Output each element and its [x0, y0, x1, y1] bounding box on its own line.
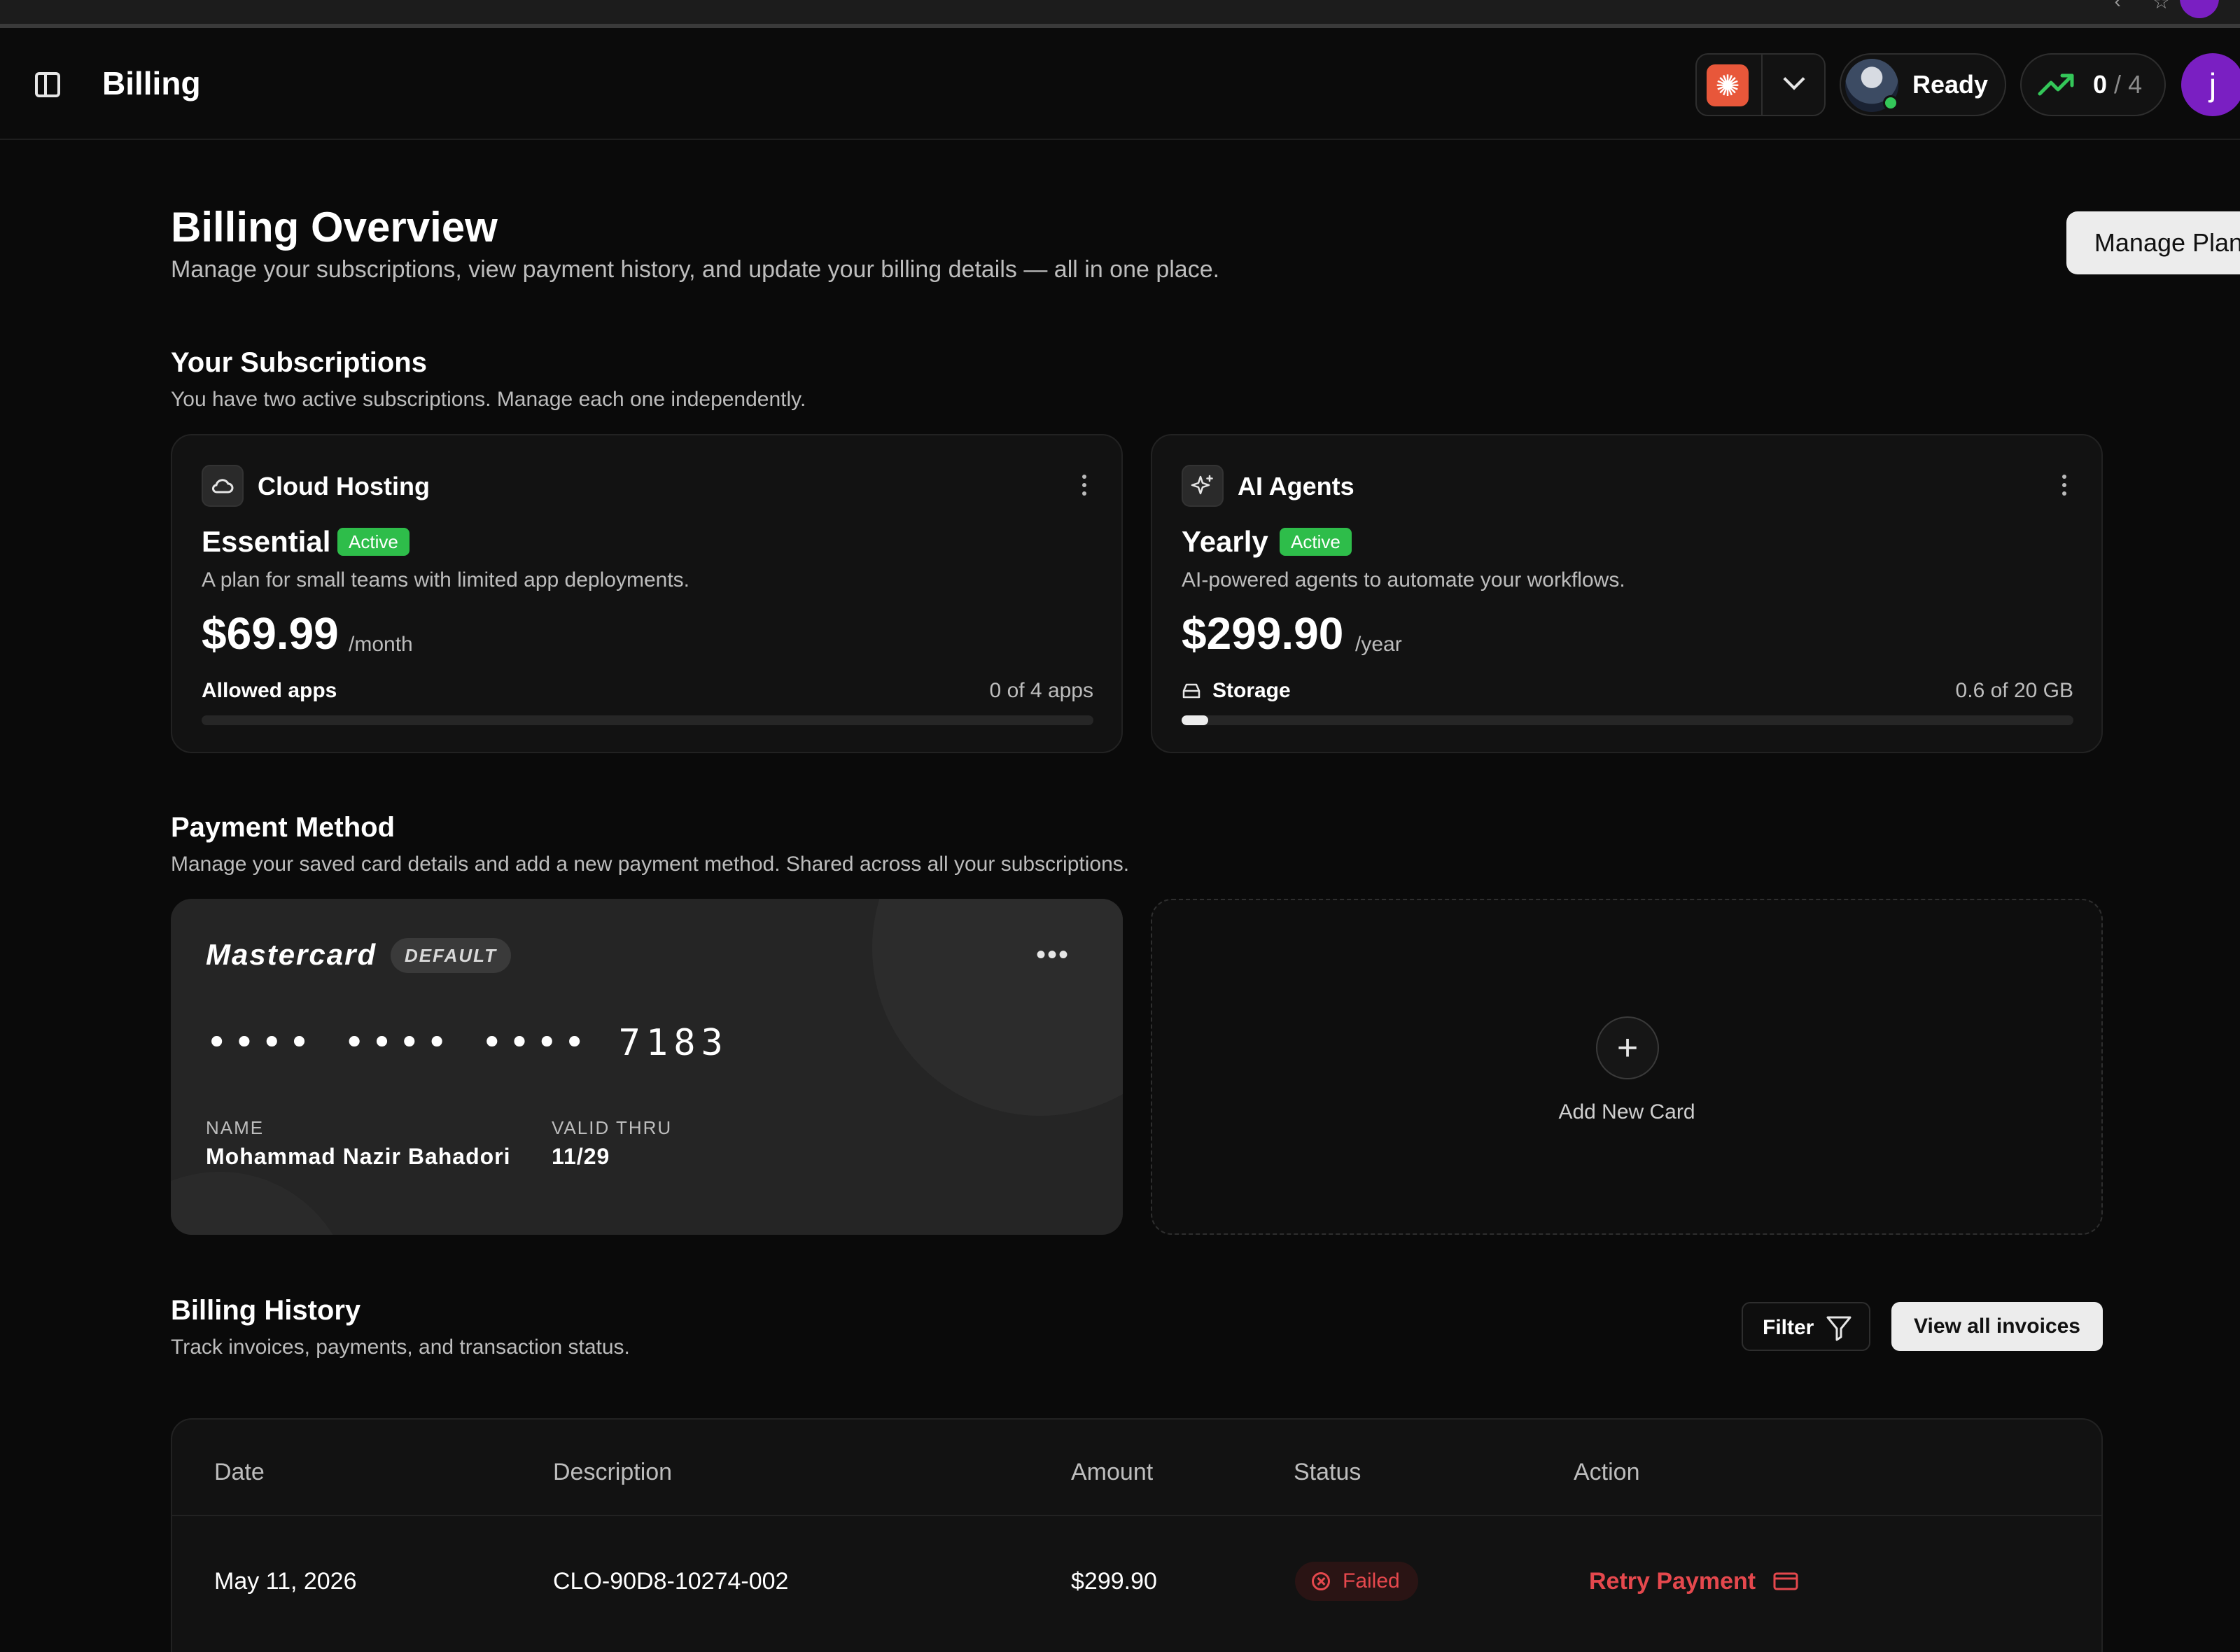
- browser-toolbar-strip: ☆ ‹: [0, 0, 2240, 28]
- more-vertical-icon[interactable]: [1082, 475, 1086, 496]
- row-date: May 11, 2026: [214, 1568, 357, 1595]
- top-header: Billing ✺ Ready 0 / 4 j: [0, 28, 2240, 140]
- usage-value: 0 of 4 apps: [989, 679, 1093, 702]
- service-name: AI Agents: [1238, 472, 1354, 500]
- card-valid-label: VALID THRU: [552, 1117, 673, 1138]
- bookmark-star-icon[interactable]: ☆: [2152, 0, 2170, 13]
- usage-label: Allowed apps: [202, 679, 337, 702]
- usage-separator: /: [2114, 70, 2122, 99]
- card-holder-name: Mohammad Nazir Bahadori: [206, 1144, 511, 1169]
- card-name-label: NAME: [206, 1117, 265, 1138]
- page-title: Billing Overview: [171, 204, 498, 251]
- card-valid-thru: 11/29: [552, 1144, 610, 1169]
- status-label: Failed: [1343, 1569, 1400, 1592]
- cloud-icon: [202, 465, 244, 507]
- add-new-card-label: Add New Card: [1558, 1100, 1695, 1124]
- billing-history-table: Date Description Amount Status Action Ma…: [171, 1418, 2103, 1652]
- usage-count: 0 / 4: [2093, 70, 2142, 99]
- online-status-icon: [1883, 95, 1898, 111]
- payment-title: Payment Method: [171, 812, 396, 843]
- status-badge: Active: [1280, 528, 1352, 556]
- add-new-card-button[interactable]: + Add New Card: [1151, 899, 2103, 1235]
- column-header-status: Status: [1294, 1459, 1362, 1485]
- view-all-invoices-button[interactable]: View all invoices: [1891, 1302, 2103, 1351]
- more-vertical-icon[interactable]: [2062, 475, 2066, 496]
- plus-icon: +: [1596, 1016, 1659, 1079]
- column-header-action: Action: [1574, 1459, 1640, 1485]
- column-header-amount: Amount: [1071, 1459, 1154, 1485]
- retry-payment-button[interactable]: Retry Payment: [1589, 1568, 1798, 1595]
- plan-name: Yearly: [1182, 525, 1268, 558]
- billing-period: /year: [1355, 633, 1402, 656]
- plan-price: $69.99: [202, 608, 339, 659]
- subscription-card-cloud-hosting: Cloud Hosting Essential Active A plan fo…: [171, 434, 1123, 753]
- usage-pill[interactable]: 0 / 4: [2020, 53, 2166, 116]
- usage-value: 0.6 of 20 GB: [1955, 679, 2073, 702]
- status-label: Ready: [1912, 70, 1989, 99]
- usage-progress-fill: [1182, 715, 1209, 725]
- sidebar-toggle-icon[interactable]: [35, 72, 60, 97]
- filter-icon: [1826, 1316, 1851, 1341]
- card-decoration: [872, 899, 1123, 1116]
- page-subtitle: Manage your subscriptions, view payment …: [171, 256, 1220, 283]
- storage-icon: [1182, 683, 1200, 699]
- plan-price: $299.90: [1182, 608, 1344, 659]
- billing-period: /month: [349, 633, 413, 656]
- subscriptions-subtitle: You have two active subscriptions. Manag…: [171, 388, 806, 411]
- card-brand: Mastercard: [206, 938, 377, 971]
- model-logo-icon: ✺: [1707, 64, 1749, 106]
- header-title: Billing: [102, 65, 201, 102]
- filter-button[interactable]: Filter: [1742, 1302, 1870, 1351]
- status-badge: Active: [337, 528, 410, 556]
- plan-description: AI-powered agents to automate your workf…: [1182, 568, 1625, 592]
- billing-history-title: Billing History: [171, 1295, 361, 1326]
- column-header-description: Description: [553, 1459, 673, 1485]
- x-circle-icon: [1312, 1572, 1330, 1590]
- default-badge: DEFAULT: [391, 938, 511, 973]
- row-description: CLO-90D8-10274-002: [553, 1568, 789, 1595]
- trending-up-icon: [2038, 74, 2074, 96]
- subscription-card-ai-agents: AI Agents Yearly Active AI-powered agent…: [1151, 434, 2103, 753]
- more-horizontal-icon[interactable]: •••: [1036, 941, 1070, 969]
- usage-label: Storage: [1212, 679, 1291, 702]
- chevron-down-icon[interactable]: [1783, 68, 1805, 90]
- browser-profile-icon[interactable]: [2180, 0, 2219, 18]
- retry-payment-label: Retry Payment: [1589, 1568, 1756, 1595]
- table-header: Date Description Amount Status Action: [172, 1420, 2101, 1516]
- divider: [1761, 55, 1763, 115]
- manage-plan-button[interactable]: Manage Plan: [2066, 211, 2240, 274]
- user-avatar[interactable]: j: [2181, 53, 2240, 116]
- payment-subtitle: Manage your saved card details and add a…: [171, 853, 1130, 876]
- card-number: •••• •••• •••• 7183: [206, 1022, 729, 1064]
- usage-progress-bar: [202, 715, 1093, 725]
- status-badge-failed: Failed: [1295, 1562, 1418, 1601]
- filter-label: Filter: [1763, 1316, 1814, 1339]
- credit-card-icon: [1773, 1572, 1798, 1590]
- usage-limit: 4: [2128, 70, 2143, 99]
- share-icon[interactable]: ‹: [2115, 0, 2121, 13]
- card-decoration: [171, 1172, 353, 1235]
- payment-card[interactable]: Mastercard DEFAULT ••• •••• •••• •••• 71…: [171, 899, 1123, 1235]
- usage-progress-bar: [1182, 715, 2073, 725]
- billing-history-subtitle: Track invoices, payments, and transactio…: [171, 1336, 630, 1359]
- model-picker[interactable]: ✺: [1695, 53, 1826, 116]
- plan-name: Essential: [202, 525, 331, 558]
- plan-description: A plan for small teams with limited app …: [202, 568, 690, 592]
- sparkles-icon: [1182, 465, 1224, 507]
- column-header-date: Date: [214, 1459, 265, 1485]
- agent-status-pill[interactable]: Ready: [1840, 53, 2006, 116]
- usage-used: 0: [2093, 70, 2108, 99]
- service-name: Cloud Hosting: [258, 472, 430, 500]
- row-amount: $299.90: [1071, 1568, 1157, 1595]
- subscriptions-title: Your Subscriptions: [171, 347, 427, 378]
